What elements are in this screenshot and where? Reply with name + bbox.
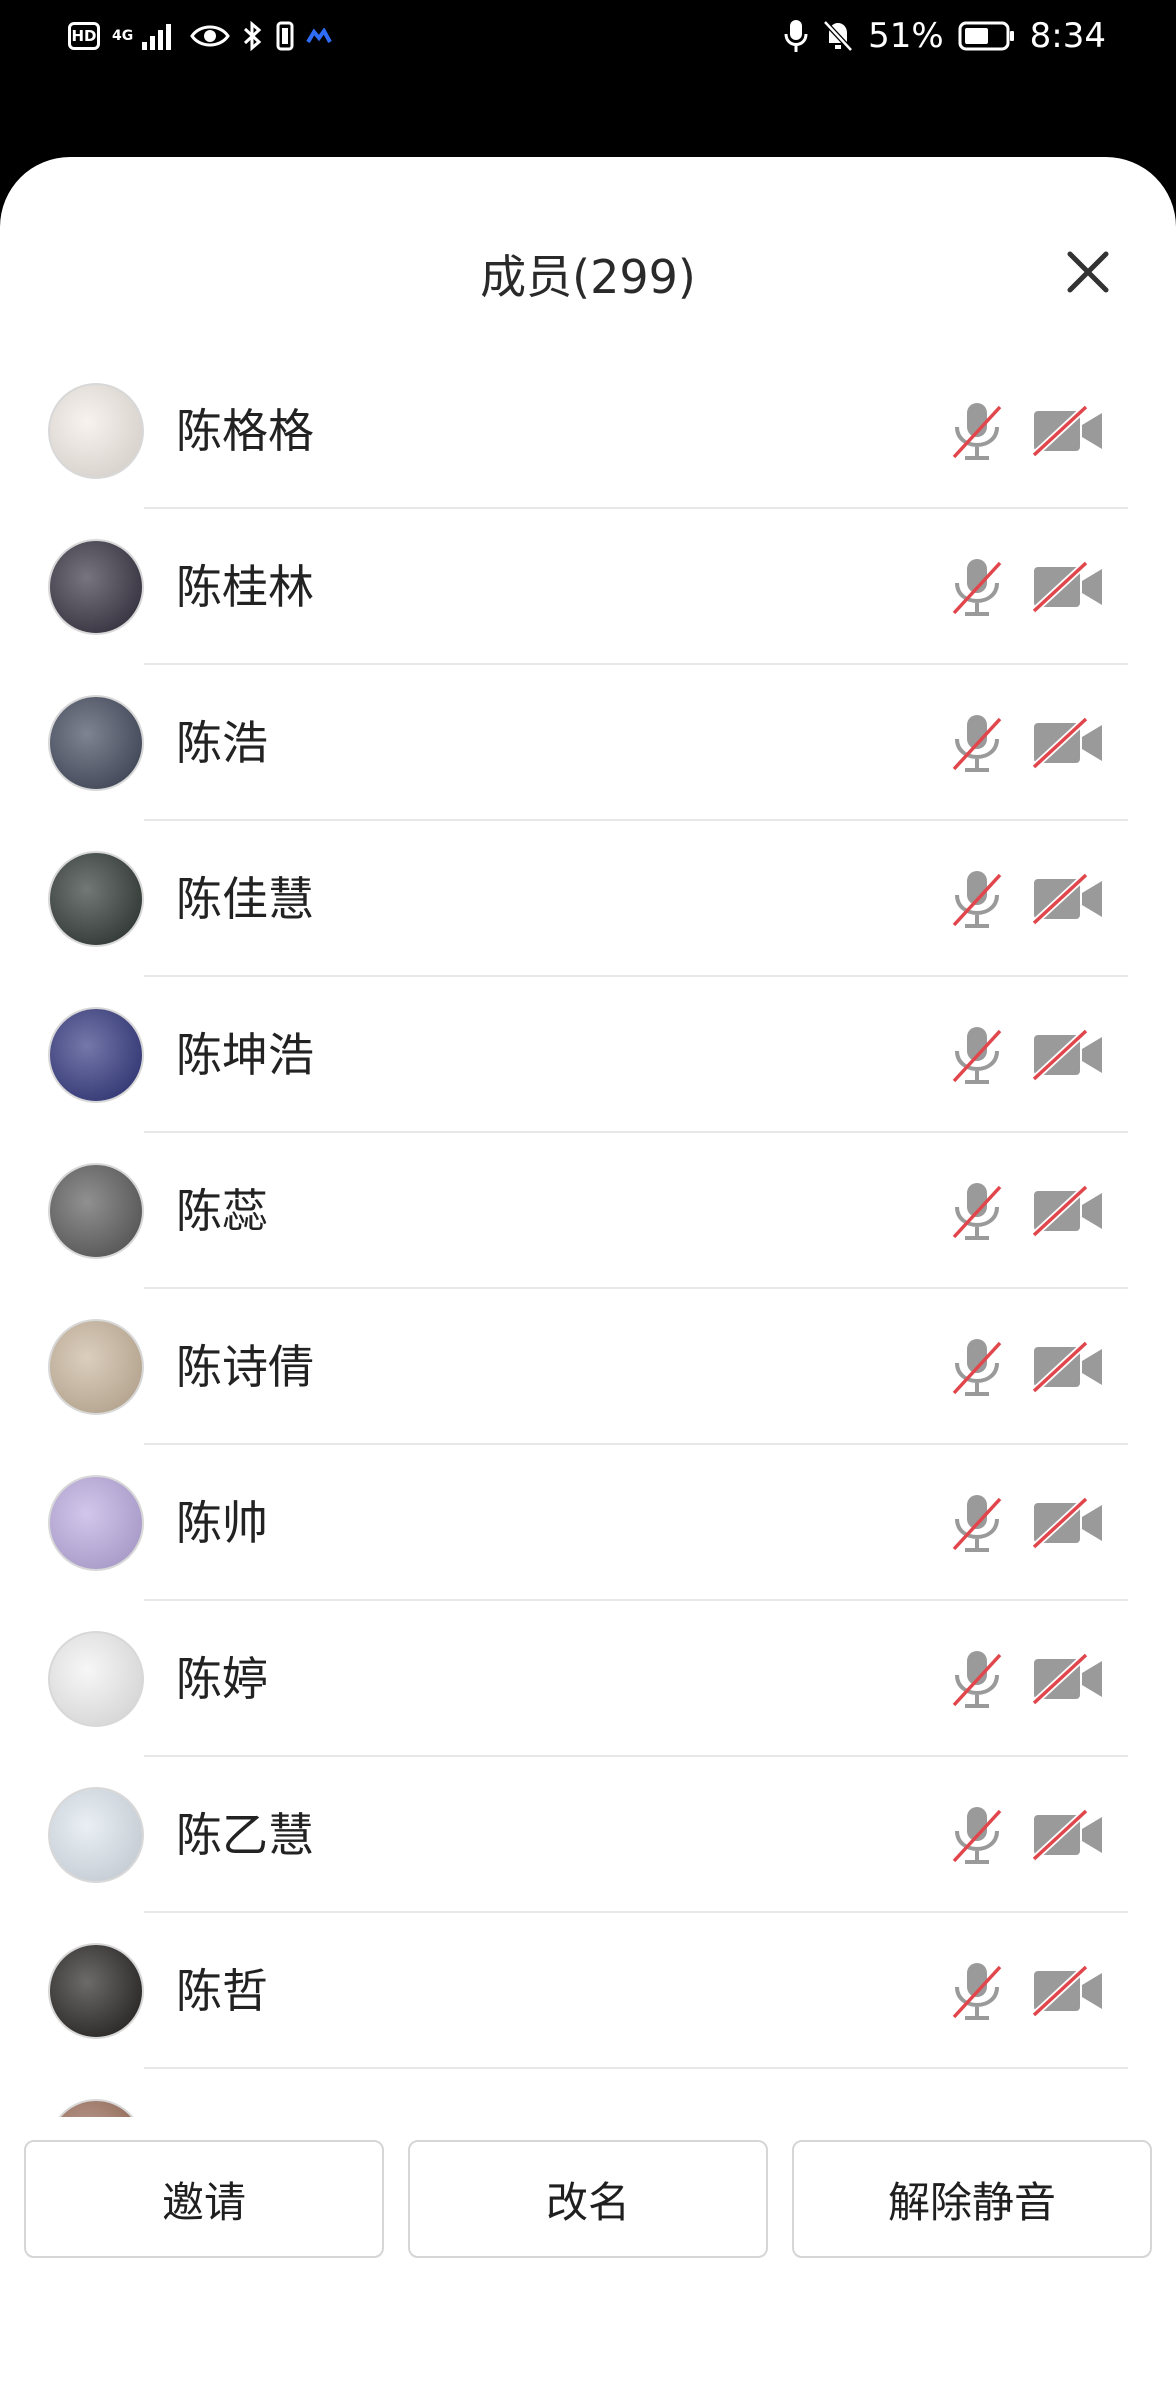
avatar xyxy=(48,1007,144,1103)
member-row[interactable]: 陈佳慧 xyxy=(0,821,1176,977)
mic-muted-icon[interactable] xyxy=(948,2115,1006,2117)
mic-muted-icon[interactable] xyxy=(948,1023,1006,1087)
camera-off-icon[interactable] xyxy=(1030,1339,1106,1395)
avatar xyxy=(48,1787,144,1883)
member-row[interactable]: 陈坤浩 xyxy=(0,977,1176,1133)
avatar xyxy=(48,1631,144,1727)
invite-button[interactable]: 邀请 xyxy=(24,2140,384,2258)
mic-muted-icon[interactable] xyxy=(948,1335,1006,1399)
mic-muted-icon[interactable] xyxy=(948,711,1006,775)
member-name: 陈乙慧 xyxy=(176,1808,314,1862)
avatar xyxy=(48,1319,144,1415)
status-left: HD 4G xyxy=(68,18,332,54)
status-bar: HD 4G 51% 8:34 xyxy=(0,0,1176,72)
action-bar: 邀请 改名 解除静音 xyxy=(0,2140,1176,2262)
member-name: 陈格格 xyxy=(176,404,314,458)
member-row[interactable]: 陈格格 xyxy=(0,365,1176,509)
member-name: 陈帅 xyxy=(176,1496,268,1550)
hd-icon: HD xyxy=(68,22,100,50)
member-name: 陈蕊 xyxy=(176,1184,268,1238)
mic-icon xyxy=(784,20,808,52)
camera-off-icon[interactable] xyxy=(1030,1651,1106,1707)
member-row[interactable]: 陈诗倩 xyxy=(0,1289,1176,1445)
mic-muted-icon[interactable] xyxy=(948,555,1006,619)
avatar xyxy=(48,1475,144,1571)
camera-off-icon[interactable] xyxy=(1030,403,1106,459)
member-name: 陈坤浩 xyxy=(176,1028,314,1082)
avatar xyxy=(48,383,144,479)
member-row[interactable]: 陈浩 xyxy=(0,665,1176,821)
status-right: 51% 8:34 xyxy=(784,16,1106,56)
member-row[interactable]: 陈桂林 xyxy=(0,509,1176,665)
mic-muted-icon[interactable] xyxy=(948,1647,1006,1711)
avatar xyxy=(48,851,144,947)
member-name: 陈婷 xyxy=(176,1652,268,1706)
member-row[interactable]: 陈蕊 xyxy=(0,1133,1176,1289)
camera-off-icon[interactable] xyxy=(1030,1963,1106,2019)
member-row[interactable]: 陈哲 xyxy=(0,1913,1176,2069)
network-type-icon: 4G xyxy=(112,28,134,44)
camera-off-icon[interactable] xyxy=(1030,871,1106,927)
avatar xyxy=(48,539,144,635)
avatar xyxy=(48,2099,144,2117)
avatar xyxy=(48,695,144,791)
member-name: 陈诗倩 xyxy=(176,1340,314,1394)
mic-muted-icon[interactable] xyxy=(948,867,1006,931)
camera-off-icon[interactable] xyxy=(1030,1495,1106,1551)
member-name: 陈佳慧 xyxy=(176,872,314,926)
member-row[interactable]: 陈帅 xyxy=(0,1445,1176,1601)
camera-off-icon[interactable] xyxy=(1030,1183,1106,1239)
member-list[interactable]: 陈格格 陈桂林 陈浩 陈佳慧 陈坤浩 陈蕊 陈诗倩 陈帅 陈婷 陈乙慧 陈哲 xyxy=(0,365,1176,2117)
mic-muted-icon[interactable] xyxy=(948,1959,1006,2023)
unmute-button[interactable]: 解除静音 xyxy=(792,2140,1152,2258)
signal-icon xyxy=(142,24,171,50)
avatar xyxy=(48,1943,144,2039)
close-button[interactable] xyxy=(1063,247,1113,297)
camera-off-icon[interactable] xyxy=(1030,1807,1106,1863)
member-row[interactable]: 陈乙慧 xyxy=(0,1757,1176,1913)
member-name: 陈桂林 xyxy=(176,560,314,614)
bell-off-icon xyxy=(823,20,853,52)
camera-off-icon[interactable] xyxy=(1030,559,1106,615)
camera-off-icon[interactable] xyxy=(1030,1027,1106,1083)
battery-percent: 51% xyxy=(868,16,944,56)
eye-icon xyxy=(190,25,230,47)
mic-muted-icon[interactable] xyxy=(948,1491,1006,1555)
rename-button[interactable]: 改名 xyxy=(408,2140,768,2258)
mic-muted-icon[interactable] xyxy=(948,399,1006,463)
clock: 8:34 xyxy=(1029,16,1106,56)
battery-icon xyxy=(958,21,1014,51)
vibrate-icon xyxy=(276,21,294,51)
camera-off-icon[interactable] xyxy=(1030,715,1106,771)
member-name: 陈哲 xyxy=(176,1964,268,2018)
mic-muted-icon[interactable] xyxy=(948,1803,1006,1867)
member-name: 陈浩 xyxy=(176,716,268,770)
avatar xyxy=(48,1163,144,1259)
member-row[interactable]: 陈婷 xyxy=(0,1601,1176,1757)
sheet-title: 成员(299) xyxy=(480,250,696,304)
member-row[interactable]: 程嘉萱 xyxy=(0,2069,1176,2117)
members-sheet: 成员(299) 陈格格 陈桂林 陈浩 陈佳慧 陈坤浩 陈蕊 陈诗倩 陈帅 陈婷 … xyxy=(0,157,1176,2400)
mic-muted-icon[interactable] xyxy=(948,1179,1006,1243)
cloud-icon xyxy=(306,28,332,44)
bluetooth-icon xyxy=(243,20,262,52)
close-icon xyxy=(1067,251,1109,293)
